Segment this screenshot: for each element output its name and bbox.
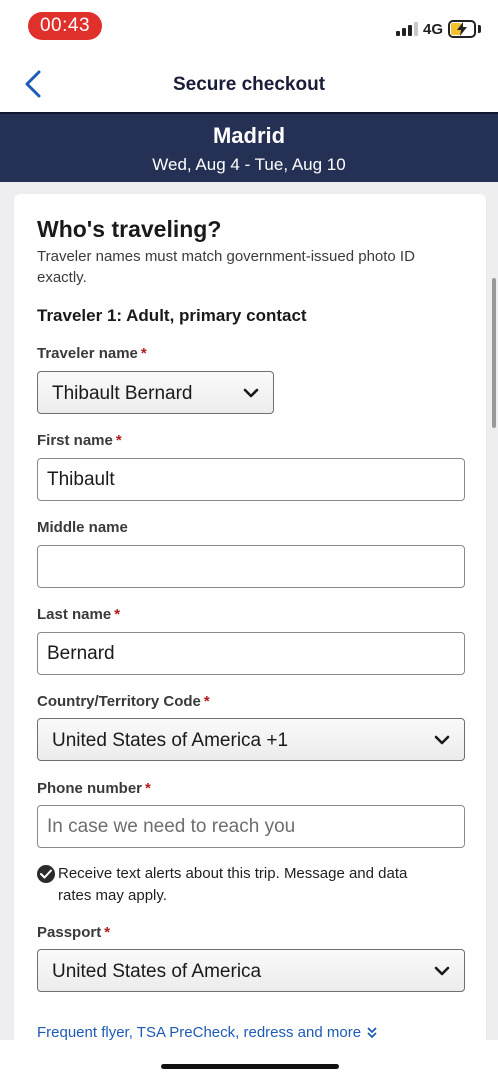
country-code-value: United States of America +1 — [52, 730, 289, 751]
section-subtitle: Traveler names must match government-iss… — [37, 248, 415, 286]
phone-number-field[interactable] — [37, 805, 465, 848]
first-name-field[interactable] — [37, 458, 465, 501]
first-name-label: First name * — [37, 432, 122, 449]
battery-icon — [448, 20, 476, 38]
traveler-name-value: Thibault Bernard — [52, 383, 193, 404]
chevron-down-icon — [434, 735, 450, 745]
bottom-bar — [0, 1040, 498, 1080]
scrollbar[interactable] — [492, 278, 496, 428]
last-name-field[interactable] — [37, 632, 465, 675]
destination-city: Madrid — [212, 123, 286, 148]
chevron-down-icon — [434, 966, 450, 976]
traveler-heading: Traveler 1: Adult, primary contact — [37, 306, 307, 325]
traveler-name-label: Traveler name * — [37, 345, 147, 362]
trip-dates: Wed, Aug 4 - Tue, Aug 10 — [152, 155, 346, 174]
navigation-bar: Secure checkout — [0, 56, 498, 112]
phone-number-label: Phone number * — [37, 780, 151, 797]
battery-cap — [478, 25, 481, 33]
chevron-down-icon — [243, 388, 259, 398]
passport-label: Passport * — [37, 924, 111, 941]
more-options-label: Frequent flyer, TSA PreCheck, redress an… — [37, 1024, 362, 1041]
page-title: Secure checkout — [172, 74, 326, 95]
country-code-label: Country/Territory Code * — [37, 693, 210, 710]
checkmark-icon — [40, 869, 52, 879]
status-time: 00:43 — [28, 12, 102, 40]
home-indicator[interactable] — [161, 1064, 339, 1069]
last-name-label: Last name * — [37, 606, 121, 623]
trip-banner: Madrid Wed, Aug 4 - Tue, Aug 10 — [0, 112, 498, 182]
passport-select[interactable]: United States of America — [37, 949, 465, 992]
middle-name-label: Middle name — [37, 519, 128, 536]
network-type: 4G — [423, 21, 444, 38]
status-bar: 00:43 4G — [0, 0, 498, 52]
double-chevron-down-icon — [367, 1027, 377, 1038]
more-options-link[interactable]: Frequent flyer, TSA PreCheck, redress an… — [37, 1024, 377, 1041]
passport-value: United States of America — [52, 961, 262, 982]
middle-name-field[interactable] — [37, 545, 465, 588]
section-title: Who's traveling? — [37, 216, 222, 242]
traveler-name-select[interactable]: Thibault Bernard — [37, 371, 274, 414]
cellular-signal-icon — [396, 22, 418, 36]
country-code-select[interactable]: United States of America +1 — [37, 718, 465, 761]
text-alerts-checkbox[interactable] — [37, 865, 55, 883]
text-alerts-label: Receive text alerts about this trip. Mes… — [58, 865, 408, 904]
